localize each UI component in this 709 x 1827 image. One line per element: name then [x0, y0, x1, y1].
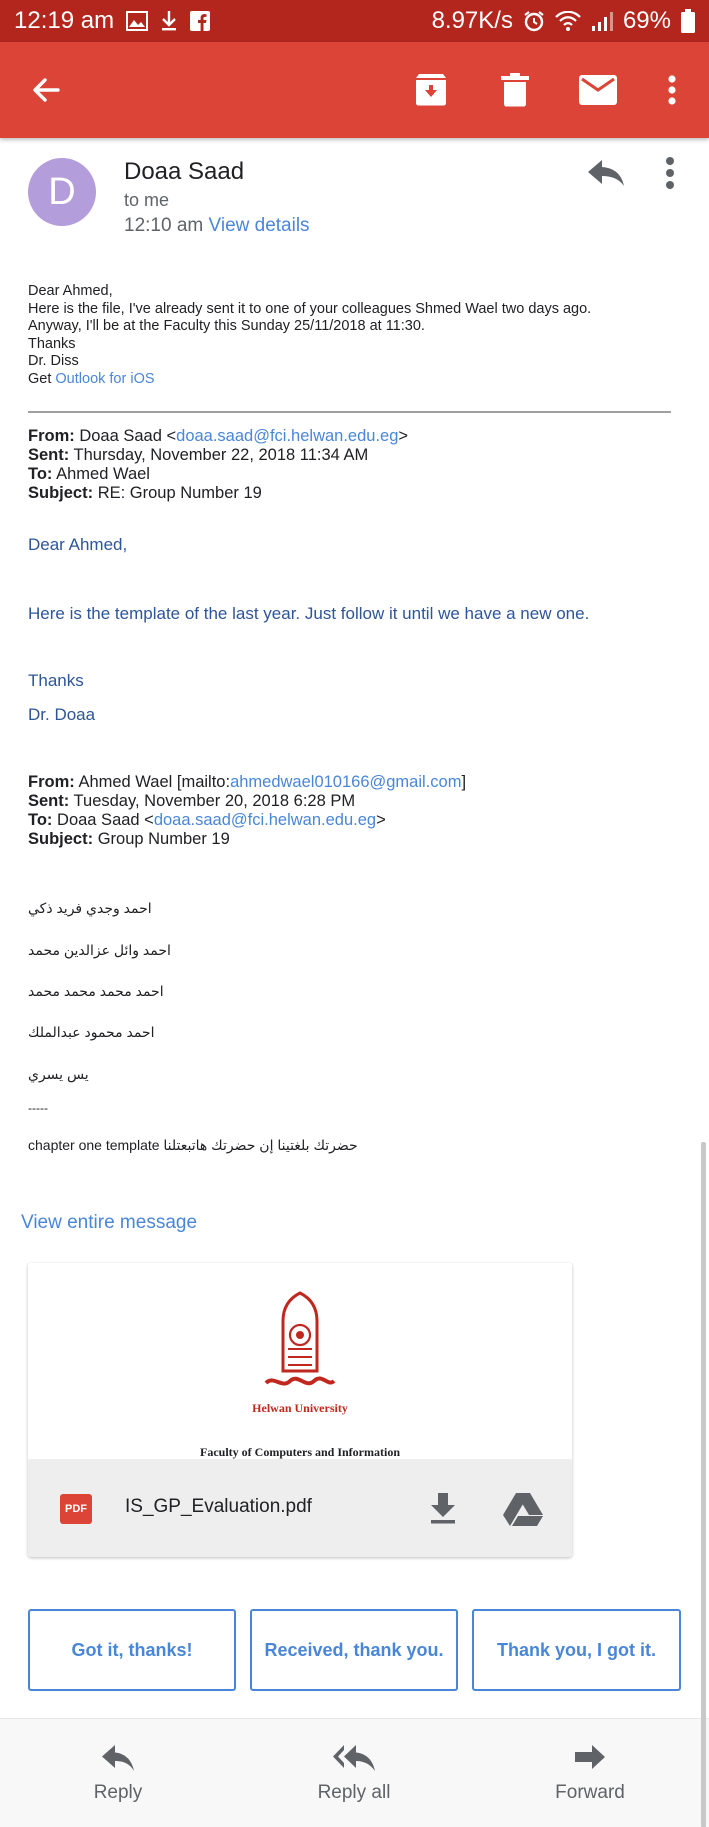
from-line: From: Doaa Saad <doaa.saad@fci.helwan.ed… [28, 427, 409, 445]
smart-reply-button[interactable]: Got it, thanks! [28, 1609, 236, 1691]
outlook-link[interactable]: Outlook for iOS [55, 371, 154, 387]
attachment-card[interactable]: Helwan University Faculty of Computers a… [28, 1263, 572, 1557]
more-vert-icon [666, 157, 674, 189]
header-more-button[interactable] [664, 156, 684, 192]
more-vert-icon [668, 75, 676, 105]
scrollbar[interactable] [701, 1142, 706, 1827]
app-bar [0, 42, 709, 138]
subject-line: Subject: Group Number 19 [28, 830, 230, 848]
save-to-drive-button[interactable] [503, 1491, 543, 1527]
university-logo-icon: Helwan University Faculty of Computers a… [200, 1291, 400, 1459]
to-email-link[interactable]: doaa.saad@fci.helwan.edu.eg [154, 811, 376, 829]
smart-reply-button[interactable]: Received, thank you. [250, 1609, 458, 1691]
delete-icon [501, 73, 529, 107]
attachment-preview[interactable]: Helwan University Faculty of Computers a… [28, 1263, 572, 1459]
archive-icon [416, 74, 446, 106]
quoted-header-2: From: Ahmed Wael [mailto:ahmedwael010166… [28, 773, 466, 849]
view-details-link[interactable]: View details [209, 215, 310, 236]
preview-subtitle: Faculty of Computers and Information [200, 1445, 400, 1459]
from-email-link[interactable]: ahmedwael010166@gmail.com [230, 773, 461, 791]
more-options-button[interactable] [648, 66, 696, 114]
download-attachment-button[interactable] [426, 1491, 460, 1525]
google-drive-icon [503, 1493, 543, 1526]
quoted-signature: Dr. Doaa [28, 705, 96, 724]
back-arrow-icon [33, 78, 60, 102]
reply-body: Dear Ahmed, Here is the file, I've alrea… [28, 283, 591, 388]
header-reply-button[interactable] [586, 158, 626, 194]
view-entire-message-link[interactable]: View entire message [21, 1212, 197, 1234]
preview-title: Helwan University [252, 1401, 348, 1415]
delete-button[interactable] [491, 66, 539, 114]
network-speed: 8.97K/s [431, 7, 513, 34]
reply-icon [102, 1744, 134, 1771]
mark-unread-button[interactable] [574, 66, 622, 114]
recipient-line: to me [124, 190, 170, 210]
reply-all-icon [333, 1744, 375, 1771]
reply-signature: Dr. Diss [28, 353, 79, 369]
quoted-thanks: Thanks [28, 671, 84, 690]
member-name: يس يسري [28, 1066, 89, 1082]
quoted-greeting: Dear Ahmed, [28, 535, 128, 554]
reply-line-1: Here is the file, I've already sent it t… [28, 300, 592, 317]
member-name: احمد محمود عبدالملك [28, 1024, 155, 1040]
attachment-filename[interactable]: IS_GP_Evaluation.pdf [125, 1496, 312, 1518]
reply-label: Reply [93, 1781, 143, 1803]
to-line: To: Doaa Saad <doaa.saad@fci.helwan.edu.… [28, 811, 386, 829]
sender-name: Doaa Saad [124, 158, 245, 185]
forward-icon [575, 1744, 605, 1769]
image-icon [126, 11, 149, 31]
facebook-icon [190, 11, 211, 31]
to-line: To: Ahmed Wael [28, 465, 150, 483]
from-email-link[interactable]: doaa.saad@fci.helwan.edu.eg [176, 427, 398, 445]
download-icon [160, 10, 178, 32]
status-time: 12:19 am [14, 7, 115, 34]
battery-icon [681, 9, 695, 33]
attachment-footer: PDF IS_GP_Evaluation.pdf [28, 1459, 572, 1557]
avatar[interactable]: D [28, 158, 96, 226]
quoted-body: Here is the template of the last year. J… [28, 604, 590, 623]
subject-line: Subject: RE: Group Number 19 [28, 484, 262, 502]
pdf-icon: PDF [60, 1494, 92, 1524]
reply-line-2: Anyway, I'll be at the Faculty this Sund… [28, 318, 425, 334]
bottom-action-bar: Reply Reply all Forward [0, 1718, 709, 1827]
from-line: From: Ahmed Wael [mailto:ahmedwael010166… [28, 773, 467, 791]
forward-label: Forward [555, 1781, 625, 1803]
reply-thanks: Thanks [28, 335, 76, 352]
alarm-icon [523, 10, 545, 32]
reply-icon [588, 160, 624, 186]
status-bar: 12:19 am 8.97K/s 69% [0, 0, 709, 42]
sent-line: Sent: Tuesday, November 20, 2018 6:28 PM [28, 792, 356, 810]
member-name: احمد وائل عزالدين محمد [28, 942, 171, 958]
reply-greeting: Dear Ahmed, [28, 283, 113, 299]
outlook-line: Get Outlook for iOS [28, 371, 591, 389]
signal-icon [591, 11, 613, 31]
reply-button[interactable]: Reply [0, 1719, 236, 1827]
template-request: حضرتك بلغتينا إن حضرتك هاتبعتلنا chapter… [28, 1137, 358, 1153]
mail-icon [579, 75, 617, 105]
download-icon [431, 1493, 455, 1524]
quoted-header-1: From: Doaa Saad <doaa.saad@fci.helwan.ed… [28, 427, 408, 503]
battery-percent: 69% [622, 7, 671, 34]
member-name: احمد محمد محمد محمد [28, 983, 164, 999]
archive-button[interactable] [407, 66, 455, 114]
member-name: احمد وجدي فريد ذكي [28, 900, 152, 916]
wifi-icon [555, 11, 581, 31]
back-button[interactable] [22, 66, 70, 114]
time-line: 12:10 am View details [124, 215, 310, 237]
message-time: 12:10 am [124, 215, 204, 236]
separator-text: ----- [28, 1101, 48, 1115]
get-prefix: Get [28, 370, 52, 387]
smart-reply-button[interactable]: Thank you, I got it. [472, 1609, 681, 1691]
forward-button[interactable]: Forward [472, 1719, 708, 1827]
reply-all-label: Reply all [317, 1781, 391, 1803]
sent-line: Sent: Thursday, November 22, 2018 11:34 … [28, 446, 369, 464]
reply-all-button[interactable]: Reply all [236, 1719, 472, 1827]
divider [28, 411, 671, 413]
